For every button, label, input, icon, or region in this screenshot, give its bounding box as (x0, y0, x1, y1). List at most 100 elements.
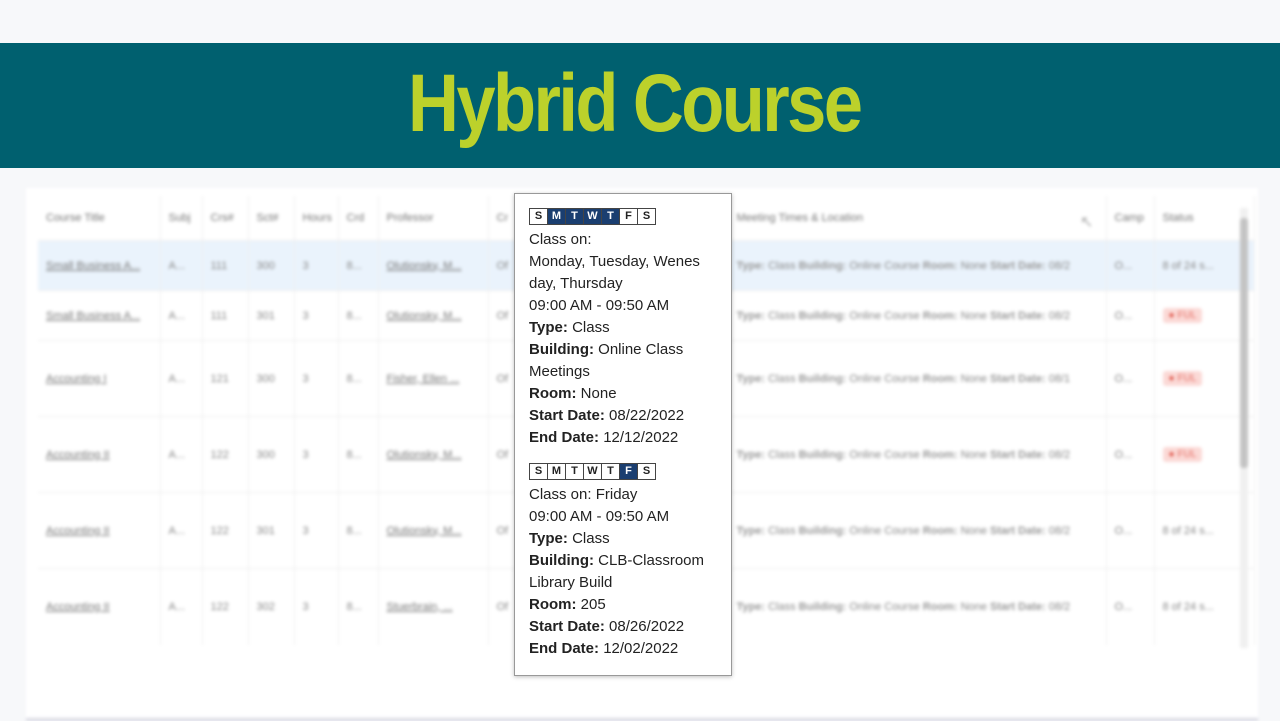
section-cell: 301 (248, 290, 295, 341)
status-text: 8 of 24 s... (1162, 600, 1214, 613)
meeting-room-label: Room: (529, 596, 577, 613)
meeting-field-label: Building: (798, 309, 847, 322)
course-title-link[interactable]: Small Business A... (38, 240, 161, 291)
subject-cell: A... (160, 290, 203, 341)
meeting-times-tooltip: S M T W T F S Class on: Monday, Tuesday, Wenes d… (514, 193, 732, 676)
professor-link[interactable]: Olutionsky, M... (378, 240, 489, 291)
course-number-cell: 122 (202, 568, 249, 645)
meeting-field-value: None (960, 448, 987, 461)
weekday-indicator: SMTWTFS (529, 208, 731, 225)
column-header[interactable]: Camp (1106, 196, 1155, 241)
meeting-time-value: 09:00 AM - 09:50 AM (529, 297, 670, 314)
professor-link[interactable]: Fisher, Ellen ... (378, 340, 489, 417)
meeting-field-value: None (960, 524, 987, 537)
campus-cell: O... (1106, 568, 1155, 645)
meeting-field-value: 08/2 (1048, 524, 1071, 537)
column-header[interactable]: Subj (160, 196, 203, 241)
meeting-room-value: 205 (580, 596, 606, 613)
professor-link[interactable]: Stuerbrain, ... (378, 568, 489, 645)
column-header[interactable]: Hours (294, 196, 339, 241)
meeting-times-cell[interactable]: Type: Class Building: Online Course Room… (728, 492, 1107, 569)
meeting-field-label: Room: (922, 259, 958, 272)
meeting-field-label: Type: (736, 524, 766, 537)
mouse-cursor-icon: ↖ (1080, 214, 1094, 231)
meeting-times-cell[interactable]: Type: Class Building: Online Course Room… (728, 340, 1107, 417)
column-header[interactable]: Crd (338, 196, 379, 241)
credit-cell: 8... (338, 568, 379, 645)
meeting-start-date-value: 08/26/2022 (609, 618, 685, 635)
meeting-field-label: Room: (922, 448, 958, 461)
day-inactive: F (619, 208, 638, 225)
class-on-days-value: Monday, Tuesday, Wenes day, Thursday (529, 253, 700, 292)
meeting-field-value: Class (768, 309, 796, 322)
day-active: T (601, 208, 620, 225)
meeting-time: 09:00 AM - 09:50 AM (529, 506, 731, 528)
meeting-room-value: None (580, 385, 617, 402)
day-active: M (547, 208, 566, 225)
day-active: F (619, 463, 638, 480)
day-active: T (565, 208, 584, 225)
meeting-field-label: Building: (798, 372, 847, 385)
day-active: W (583, 208, 602, 225)
status-cell: FUL (1154, 290, 1255, 341)
meeting-field-label: Room: (922, 524, 958, 537)
day-inactive: W (583, 463, 602, 480)
meeting-field-label: Type: (736, 259, 766, 272)
meeting-field-label: Room: (922, 309, 958, 322)
campus-cell: O... (1106, 290, 1155, 341)
course-title-link[interactable]: Accounting II (38, 492, 161, 569)
meeting-room-label: Room: (529, 385, 577, 402)
course-number-cell: 121 (202, 340, 249, 417)
column-header[interactable]: Meeting Times & Location (728, 196, 1107, 241)
meeting-times-cell[interactable]: Type: Class Building: Online Course Room… (728, 568, 1107, 645)
day-inactive: S (637, 463, 656, 480)
meeting-end-date: End Date: 12/12/2022 (529, 427, 731, 449)
meeting-end-date: End Date: 12/02/2022 (529, 638, 731, 660)
status-cell: 8 of 24 s... (1154, 240, 1255, 291)
professor-link[interactable]: Olutionsky, M... (378, 492, 489, 569)
meeting-building-label: Building: (529, 341, 594, 358)
course-title-link[interactable]: Small Business A... (38, 290, 161, 341)
course-number-cell: 122 (202, 492, 249, 569)
course-title-link[interactable]: Accounting I (38, 340, 161, 417)
credit-cell: 8... (338, 240, 379, 291)
meeting-times-cell[interactable]: Type: Class Building: Online Course Room… (728, 416, 1107, 493)
column-header[interactable]: Sct# (248, 196, 295, 241)
meeting-times-cell[interactable]: Type: Class Building: Online Course Room… (728, 240, 1107, 291)
table-scrollbar-thumb[interactable] (1240, 218, 1248, 468)
class-on-label: Class on: (529, 231, 592, 248)
meeting-end-date-label: End Date: (529, 640, 600, 657)
meeting-type: Type: Class (529, 317, 731, 339)
column-header[interactable]: Course Title (38, 196, 161, 241)
campus-cell: O... (1106, 340, 1155, 417)
meeting-time-value: 09:00 AM - 09:50 AM (529, 508, 670, 525)
status-cell: FUL (1154, 416, 1255, 493)
column-header[interactable]: Crs# (202, 196, 249, 241)
hours-cell: 3 (294, 568, 339, 645)
meeting-field-label: Room: (922, 600, 958, 613)
day-inactive: S (529, 463, 548, 480)
professor-link[interactable]: Olutionsky, M... (378, 290, 489, 341)
hours-cell: 3 (294, 492, 339, 569)
meeting-field-label: Building: (798, 524, 847, 537)
meeting-times-cell[interactable]: Type: Class Building: Online Course Room… (728, 290, 1107, 341)
course-number-cell: 122 (202, 416, 249, 493)
status-cell: 8 of 24 s... (1154, 492, 1255, 569)
meeting-start-date-label: Start Date: (529, 407, 605, 424)
column-header[interactable]: Status (1154, 196, 1255, 241)
meeting-field-label: Type: (736, 309, 766, 322)
meeting-field-value: 08/2 (1048, 309, 1071, 322)
course-title-link[interactable]: Accounting II (38, 568, 161, 645)
professor-link[interactable]: Olutionsky, M... (378, 416, 489, 493)
status-text: 8 of 24 s... (1162, 259, 1214, 272)
course-title-link[interactable]: Accounting II (38, 416, 161, 493)
meeting-field-label: Start Date: (990, 309, 1046, 322)
meeting-end-date-value: 12/12/2022 (603, 429, 679, 446)
column-header[interactable]: Professor (378, 196, 489, 241)
subject-cell: A... (160, 416, 203, 493)
meeting-field-value: Class (768, 259, 796, 272)
meeting-field-label: Start Date: (990, 448, 1046, 461)
subject-cell: A... (160, 340, 203, 417)
day-inactive: T (565, 463, 584, 480)
meeting-start-date-label: Start Date: (529, 618, 605, 635)
